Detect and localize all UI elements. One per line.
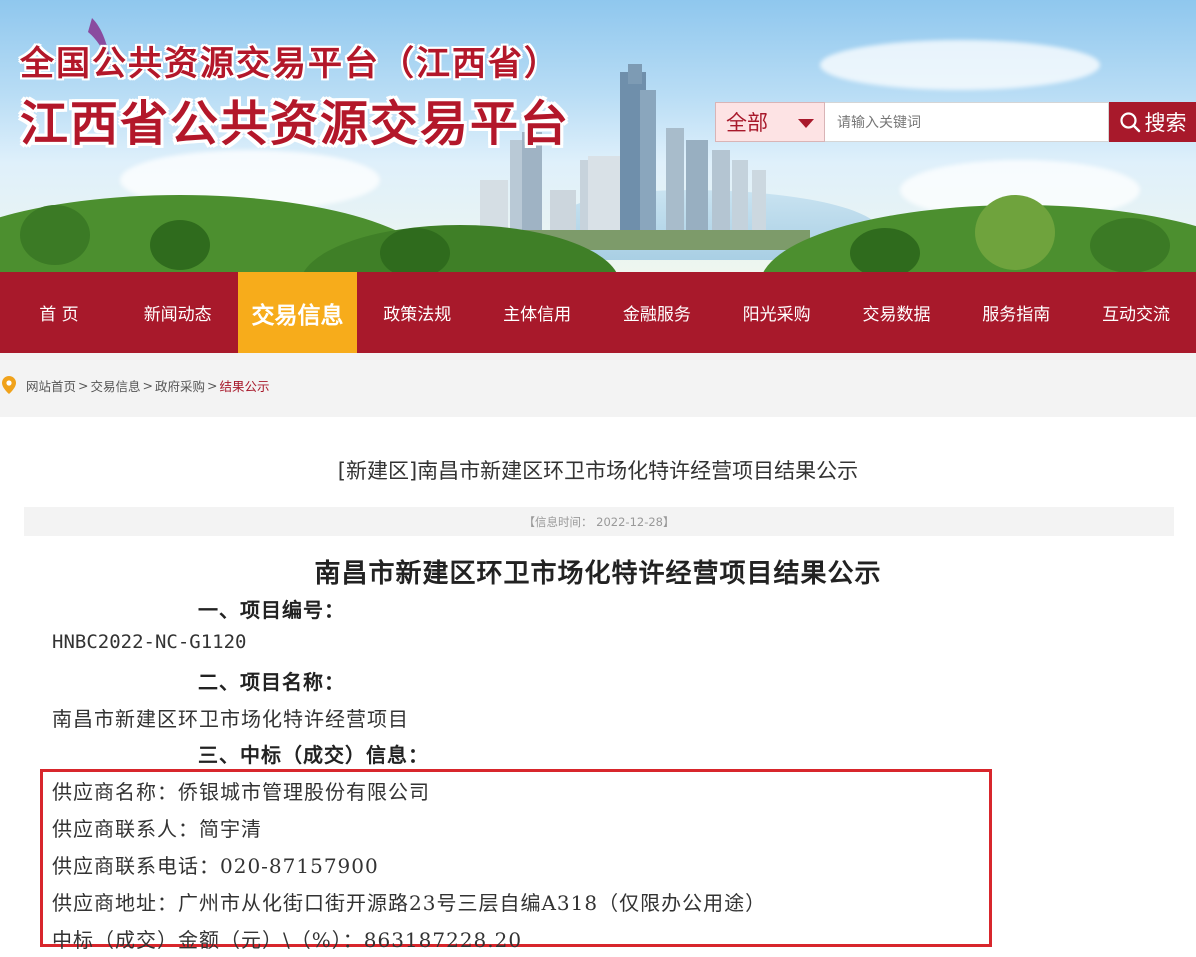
nav-item-procurement[interactable]: 阳光采购 xyxy=(717,272,837,353)
breadcrumb-current: 结果公示 xyxy=(219,378,270,394)
breadcrumb-home[interactable]: 网站首页 xyxy=(26,376,76,395)
article-title: [新建区]南昌市新建区环卫市场化特许经营项目结果公示 xyxy=(337,459,859,483)
breadcrumb: 网站首页 > 交易信息 > 政府采购 > 结果公示 xyxy=(0,375,270,395)
section-heading-award-info: 三、中标（成交）信息： xyxy=(198,743,429,767)
info-time: 【信息时间： 2022-12-28】 xyxy=(523,514,675,529)
project-number: HNBC2022-NC-G1120 xyxy=(52,631,247,653)
search-button[interactable]: 搜索 xyxy=(1109,102,1196,142)
breadcrumb-procurement[interactable]: 政府采购 xyxy=(155,376,205,395)
breadcrumb-separator: > xyxy=(207,377,218,393)
nav-item-interaction[interactable]: 互动交流 xyxy=(1076,272,1196,353)
search-scope-select[interactable]: 全部 xyxy=(715,102,825,142)
nav-item-finance[interactable]: 金融服务 xyxy=(597,272,717,353)
nav-item-guide[interactable]: 服务指南 xyxy=(956,272,1076,353)
nav-item-policy[interactable]: 政策法规 xyxy=(357,272,477,353)
main-nav: 首 页 新闻动态 交易信息 政策法规 主体信用 金融服务 阳光采购 交易数据 服… xyxy=(0,272,1196,353)
info-time-bar: 【信息时间： 2022-12-28】 xyxy=(24,507,1174,536)
bid-amount: 中标（成交）金额（元）\（%）：863187228.20 xyxy=(52,928,523,952)
document-heading: 南昌市新建区环卫市场化特许经营项目结果公示 xyxy=(314,559,882,589)
supplier-address: 供应商地址：广州市从化街口街开源路23号三层自编A318（仅限办公用途） xyxy=(52,891,767,915)
breadcrumb-separator: > xyxy=(142,377,153,393)
section-heading-project-number: 一、项目编号： xyxy=(198,598,345,622)
nav-item-home[interactable]: 首 页 xyxy=(0,272,118,353)
search-button-label: 搜索 xyxy=(1144,111,1187,135)
chevron-down-icon xyxy=(798,119,814,128)
site-title-line2: 江西省公共资源交易平台 xyxy=(20,96,571,152)
nav-item-credit[interactable]: 主体信用 xyxy=(477,272,597,353)
nav-item-news[interactable]: 新闻动态 xyxy=(118,272,238,353)
nav-item-trade-info[interactable]: 交易信息 xyxy=(237,272,358,353)
nav-item-data[interactable]: 交易数据 xyxy=(837,272,957,353)
project-name: 南昌市新建区环卫市场化特许经营项目 xyxy=(52,707,409,731)
header-banner: 全国公共资源交易平台（江西省） 江西省公共资源交易平台 全部 请输入关键词 搜索 xyxy=(0,0,1196,272)
location-pin-icon xyxy=(2,376,16,394)
search-box: 全部 请输入关键词 搜索 xyxy=(715,102,1196,142)
supplier-contact: 供应商联系人：简宇清 xyxy=(52,817,262,841)
search-placeholder: 请输入关键词 xyxy=(837,115,921,131)
search-input[interactable]: 请输入关键词 xyxy=(825,102,1109,142)
search-icon xyxy=(1119,112,1140,133)
supplier-phone: 供应商联系电话：020-87157900 xyxy=(52,854,379,878)
search-scope-value: 全部 xyxy=(726,111,768,135)
breadcrumb-separator: > xyxy=(78,377,89,393)
section-heading-project-name: 二、项目名称： xyxy=(198,670,345,694)
supplier-name: 供应商名称：侨银城市管理股份有限公司 xyxy=(52,780,430,804)
site-title-line1: 全国公共资源交易平台（江西省） xyxy=(20,44,560,84)
breadcrumb-trade-info[interactable]: 交易信息 xyxy=(91,376,141,395)
